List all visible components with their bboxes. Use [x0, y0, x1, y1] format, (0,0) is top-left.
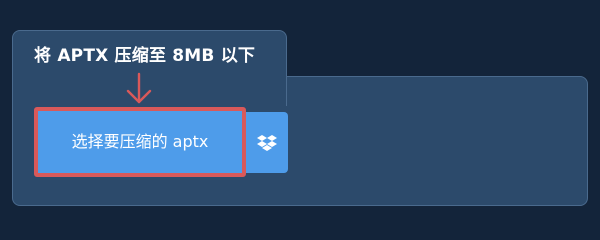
arrow-down-icon — [126, 72, 152, 104]
dropbox-icon — [257, 134, 277, 151]
dropbox-button[interactable] — [246, 112, 288, 173]
choose-file-button[interactable]: 选择要压缩的 aptx — [38, 111, 242, 173]
panel-title: 将 APTX 压缩至 8MB 以下 — [34, 46, 256, 66]
